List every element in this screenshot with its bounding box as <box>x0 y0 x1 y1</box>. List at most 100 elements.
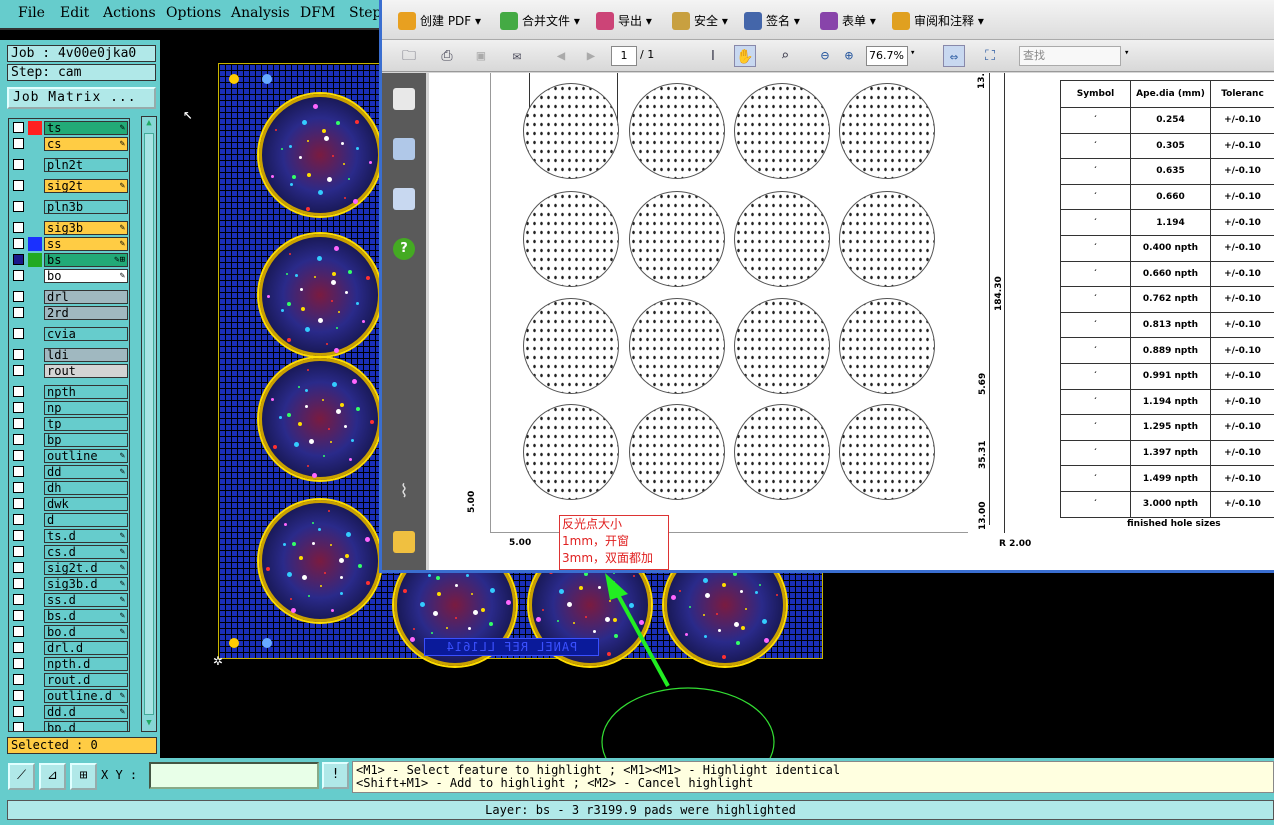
layer-row-cs[interactable]: cs ✎ <box>9 137 129 151</box>
layer-row-ss-d[interactable]: ss.d ✎ <box>9 593 129 607</box>
layer-color-swatch[interactable] <box>28 561 42 575</box>
email-icon[interactable]: ✉ <box>506 45 528 67</box>
layer-row-sig2t[interactable]: sig2t ✎ <box>9 179 129 193</box>
layer-row-npth-d[interactable]: npth.d <box>9 657 129 671</box>
layer-checkbox[interactable] <box>13 138 24 149</box>
layer-row-sig2t-d[interactable]: sig2t.d ✎ <box>9 561 129 575</box>
layer-row-npth[interactable]: npth <box>9 385 129 399</box>
layer-row-pln2t[interactable]: pln2t <box>9 158 129 172</box>
layer-row-sig3b-d[interactable]: sig3b.d ✎ <box>9 577 129 591</box>
layer-color-swatch[interactable] <box>28 121 42 135</box>
layer-scrollbar[interactable]: ▲ ▼ <box>141 116 157 732</box>
layer-checkbox[interactable] <box>13 594 24 605</box>
menu-actions[interactable]: Actions <box>103 5 156 21</box>
layer-name[interactable]: ts.d ✎ <box>44 529 128 543</box>
layer-row-bp-d[interactable]: bp.d <box>9 721 129 731</box>
layer-name[interactable]: ss ✎ <box>44 237 128 251</box>
pages-panel-icon[interactable] <box>393 88 415 110</box>
hand-tool-icon[interactable]: ✋ <box>734 45 756 67</box>
layer-color-swatch[interactable] <box>28 545 42 559</box>
layer-color-swatch[interactable] <box>28 481 42 495</box>
layer-color-swatch[interactable] <box>28 449 42 463</box>
layer-color-swatch[interactable] <box>28 465 42 479</box>
layer-color-swatch[interactable] <box>28 417 42 431</box>
page-number-input[interactable]: 1 <box>611 46 637 66</box>
scroll-thumb[interactable] <box>144 133 154 715</box>
layer-color-swatch[interactable] <box>28 385 42 399</box>
layer-checkbox[interactable] <box>13 222 24 233</box>
layer-checkbox[interactable] <box>13 254 24 265</box>
layer-name[interactable]: ts ✎ <box>44 121 128 135</box>
help-icon[interactable]: ? <box>393 238 415 260</box>
layer-name[interactable]: dd.d ✎ <box>44 705 128 719</box>
grid-tool-icon[interactable]: ⊞ <box>70 763 97 790</box>
layer-name[interactable]: sig2t ✎ <box>44 179 128 193</box>
layer-checkbox[interactable] <box>13 328 24 339</box>
pdf-page[interactable]: 13. 184.30 5.69 35.31 13.00 R 2.00 5.00 5.00 Sym… <box>429 73 1274 570</box>
layer-checkbox[interactable] <box>13 122 24 133</box>
select-text-icon[interactable]: Ⅰ <box>702 45 724 67</box>
layer-row-bo-d[interactable]: bo.d ✎ <box>9 625 129 639</box>
zoom-dropdown-icon[interactable]: ▾ <box>910 48 915 58</box>
layer-checkbox[interactable] <box>13 722 24 731</box>
layer-name[interactable]: sig3b.d ✎ <box>44 577 128 591</box>
layer-row-d[interactable]: d <box>9 513 129 527</box>
layer-name[interactable]: npth <box>44 385 128 399</box>
layer-checkbox[interactable] <box>13 674 24 685</box>
layer-color-swatch[interactable] <box>28 641 42 655</box>
layer-color-swatch[interactable] <box>28 657 42 671</box>
layer-color-swatch[interactable] <box>28 137 42 151</box>
xy-input[interactable] <box>149 762 319 789</box>
layer-checkbox[interactable] <box>13 201 24 212</box>
layer-color-swatch[interactable] <box>28 625 42 639</box>
layer-name[interactable]: bp.d <box>44 721 128 731</box>
menu-file[interactable]: File <box>18 5 45 21</box>
layer-color-swatch[interactable] <box>28 327 42 341</box>
layer-name[interactable]: dwk <box>44 497 128 511</box>
layer-color-swatch[interactable] <box>28 497 42 511</box>
prev-page-icon[interactable]: ◀ <box>550 45 572 67</box>
layer-row-drl-d[interactable]: drl.d <box>9 641 129 655</box>
pdf-toolbar-button-4[interactable]: 签名 ▾ <box>744 10 800 32</box>
layer-color-swatch[interactable] <box>28 290 42 304</box>
layer-name[interactable]: rout.d <box>44 673 128 687</box>
layer-color-swatch[interactable] <box>28 179 42 193</box>
layer-checkbox[interactable] <box>13 418 24 429</box>
layer-name[interactable]: sig2t.d ✎ <box>44 561 128 575</box>
menu-edit[interactable]: Edit <box>60 5 89 21</box>
signatures-icon[interactable] <box>393 188 415 210</box>
bookmarks-icon[interactable] <box>393 138 415 160</box>
pdf-toolbar-button-6[interactable]: 审阅和注释 ▾ <box>892 10 984 32</box>
layer-row-bs-d[interactable]: bs.d ✎ <box>9 609 129 623</box>
layer-checkbox[interactable] <box>13 578 24 589</box>
layer-color-swatch[interactable] <box>28 237 42 251</box>
layer-checkbox[interactable] <box>13 159 24 170</box>
layer-checkbox[interactable] <box>13 180 24 191</box>
pdf-toolbar-button-3[interactable]: 安全 ▾ <box>672 10 728 32</box>
pdf-toolbar-button-1[interactable]: 合并文件 ▾ <box>500 10 580 32</box>
layer-name[interactable]: cvia <box>44 327 128 341</box>
layer-checkbox[interactable] <box>13 349 24 360</box>
layer-checkbox[interactable] <box>13 498 24 509</box>
layer-checkbox[interactable] <box>13 626 24 637</box>
zoom-in-icon[interactable]: ⊕ <box>838 45 860 67</box>
pdf-toolbar-button-0[interactable]: 创建 PDF ▾ <box>398 10 481 32</box>
layer-color-swatch[interactable] <box>28 253 42 267</box>
layer-color-swatch[interactable] <box>28 364 42 378</box>
layer-checkbox[interactable] <box>13 610 24 621</box>
layer-name[interactable]: cs ✎ <box>44 137 128 151</box>
marquee-zoom-icon[interactable]: ⌕ <box>774 45 796 67</box>
layer-checkbox[interactable] <box>13 386 24 397</box>
layer-color-swatch[interactable] <box>28 401 42 415</box>
layer-checkbox[interactable] <box>13 530 24 541</box>
layer-checkbox[interactable] <box>13 482 24 493</box>
layer-row-tp[interactable]: tp <box>9 417 129 431</box>
layer-name[interactable]: drl <box>44 290 128 304</box>
layer-checkbox[interactable] <box>13 450 24 461</box>
scroll-down-icon[interactable]: ▼ <box>143 718 155 730</box>
layer-row-dwk[interactable]: dwk <box>9 497 129 511</box>
layer-color-swatch[interactable] <box>28 348 42 362</box>
layer-checkbox[interactable] <box>13 307 24 318</box>
layer-checkbox[interactable] <box>13 546 24 557</box>
layer-name[interactable]: npth.d <box>44 657 128 671</box>
